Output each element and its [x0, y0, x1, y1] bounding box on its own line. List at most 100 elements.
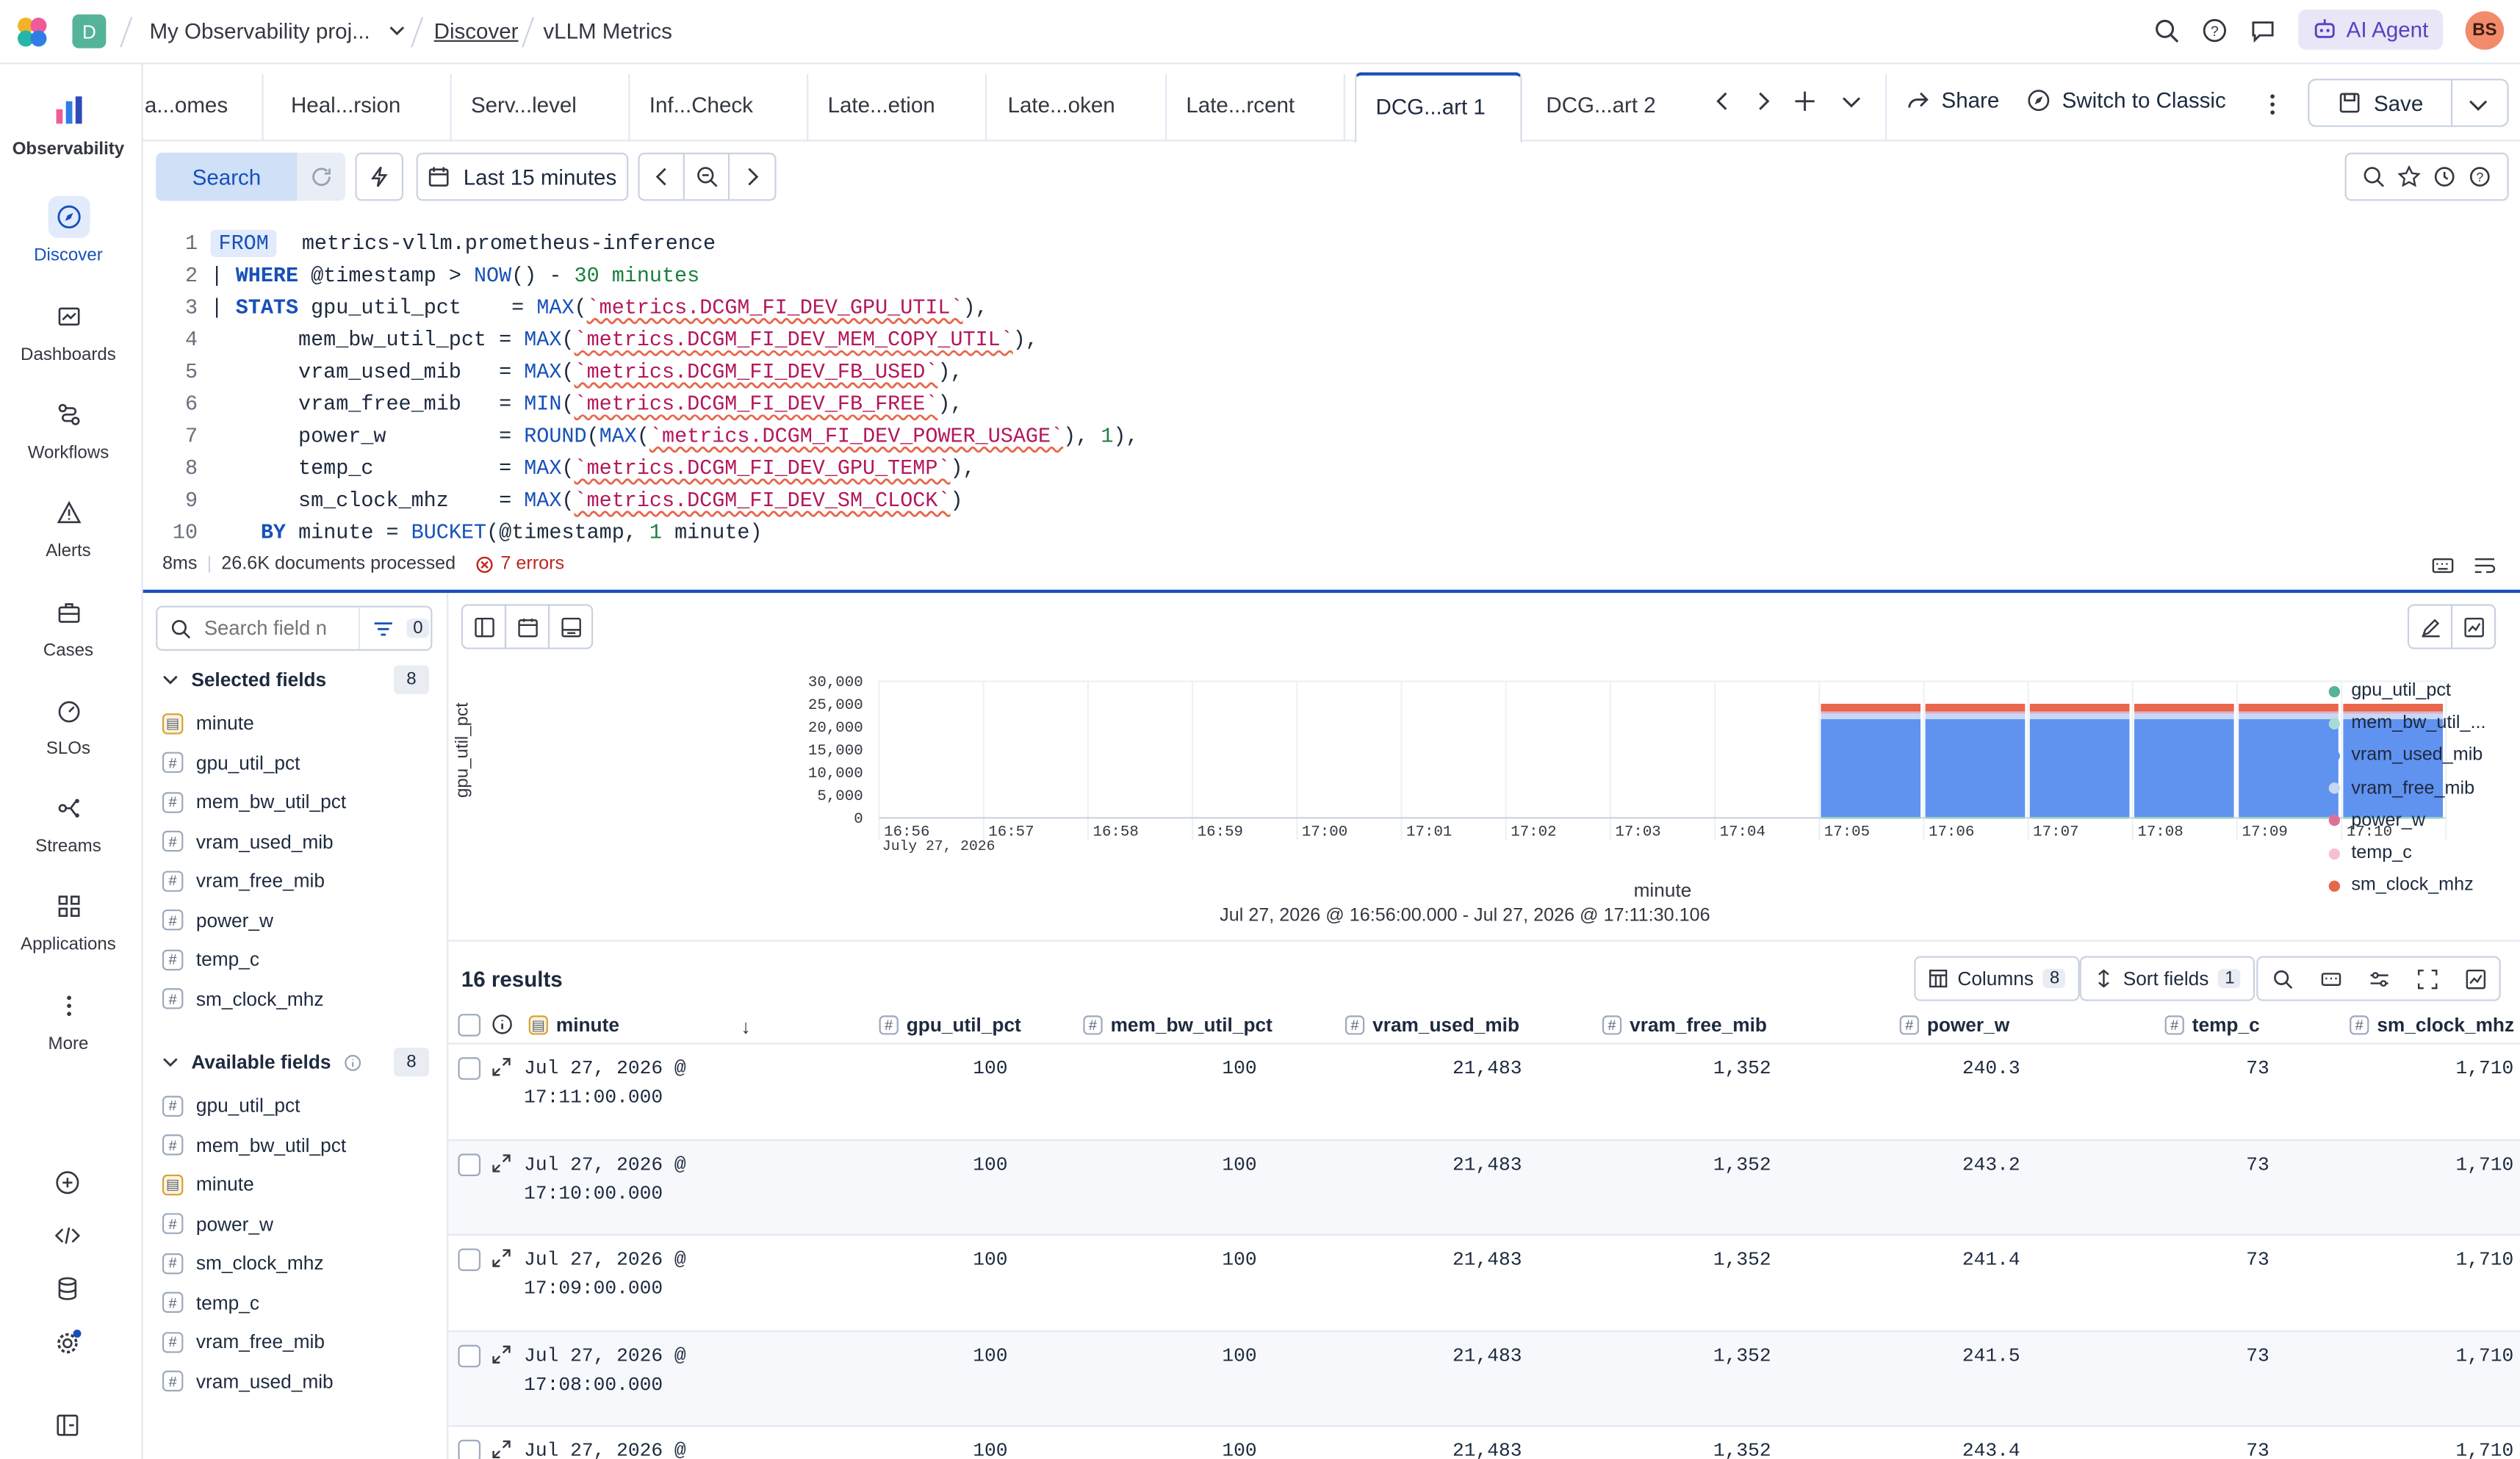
- chevron-right-icon[interactable]: [1754, 90, 1773, 112]
- bar-sm_clock_mhz[interactable]: [1821, 703, 1921, 712]
- legend-item[interactable]: vram_used_mib: [2328, 746, 2483, 765]
- more-vertical-icon[interactable]: [2264, 92, 2280, 118]
- field-item[interactable]: # vram_used_mib: [162, 830, 334, 852]
- field-item[interactable]: # gpu_util_pct: [162, 752, 300, 774]
- tab-active[interactable]: DCG...art 1: [1355, 72, 1522, 143]
- table-row[interactable]: Jul 27, 2026 @ 17:08:00.000 100 100 21,483 1,…: [448, 1329, 2520, 1424]
- row-checkbox[interactable]: [458, 1344, 481, 1367]
- help-icon[interactable]: ?: [2469, 165, 2491, 188]
- code-icon[interactable]: [54, 1222, 81, 1248]
- chevron-down-icon[interactable]: [2467, 93, 2490, 116]
- column-header-vram_used_mib[interactable]: # vram_used_mib: [1344, 1014, 1519, 1037]
- errors-link[interactable]: 7 errors: [475, 555, 564, 574]
- toggle-table-button[interactable]: [547, 604, 594, 649]
- row-checkbox[interactable]: [458, 1057, 481, 1080]
- switch-to-classic-button[interactable]: Switch to Classic: [2026, 88, 2226, 112]
- chevron-left-icon[interactable]: [640, 154, 685, 200]
- bar-mem_bw_util_...[interactable]: [1821, 817, 1921, 818]
- legend-item[interactable]: mem_bw_util_...: [2328, 714, 2485, 733]
- column-header-temp_c[interactable]: # temp_c: [2164, 1014, 2260, 1037]
- refresh-icon[interactable]: [297, 152, 346, 201]
- bar-vram_used_mib[interactable]: [1925, 718, 2026, 818]
- table-row[interactable]: Jul 27, 2026 @ 17:11:00.000 100 100 21,483 1,…: [448, 1042, 2520, 1137]
- field-item[interactable]: # vram_used_mib: [162, 1370, 334, 1392]
- field-item[interactable]: # mem_bw_util_pct: [162, 1134, 346, 1156]
- sort-fields-button[interactable]: Sort fields 1: [2079, 956, 2256, 1001]
- nav-applications[interactable]: Applications: [0, 885, 137, 954]
- field-item[interactable]: # temp_c: [162, 948, 259, 970]
- info-icon[interactable]: [344, 1053, 361, 1071]
- field-item[interactable]: # mem_bw_util_pct: [162, 790, 346, 813]
- column-header-sm_clock_mhz[interactable]: # sm_clock_mhz: [2350, 1014, 2514, 1037]
- bar-vram_free_mib[interactable]: [1821, 713, 1921, 719]
- legend-item[interactable]: power_w: [2328, 811, 2425, 830]
- collapse-nav-icon[interactable]: [54, 1413, 80, 1438]
- chevron-down-icon[interactable]: [1840, 90, 1863, 112]
- search-icon[interactable]: [2258, 968, 2306, 989]
- breadcrumb-project[interactable]: My Observability proj...: [149, 19, 370, 43]
- selected-fields-toggle[interactable]: Selected fields: [162, 669, 326, 691]
- help-icon[interactable]: ?: [2202, 17, 2228, 43]
- ai-search-icon[interactable]: [2363, 165, 2386, 188]
- toggle-histogram-button[interactable]: [504, 604, 550, 649]
- row-checkbox[interactable]: [458, 1153, 481, 1175]
- expand-row-icon[interactable]: [492, 1057, 511, 1076]
- bar-vram_free_mib[interactable]: [1925, 713, 2026, 719]
- save-button[interactable]: Save: [2308, 79, 2509, 127]
- space-avatar[interactable]: D: [72, 14, 107, 48]
- bar-mem_bw_util_...[interactable]: [2029, 817, 2130, 818]
- expand-row-icon[interactable]: [492, 1153, 511, 1172]
- tab[interactable]: DCG...art 2: [1527, 74, 1696, 142]
- column-header-vram_free_mib[interactable]: # vram_free_mib: [1602, 1014, 1767, 1037]
- save-visualization-button[interactable]: [2450, 604, 2496, 649]
- tab[interactable]: a...omes: [143, 73, 264, 142]
- field-item[interactable]: ▤ minute: [162, 712, 254, 735]
- bar-sm_clock_mhz[interactable]: [1925, 703, 2026, 712]
- chevron-right-icon[interactable]: [730, 154, 774, 199]
- feedback-icon[interactable]: [2250, 17, 2275, 43]
- keyboard-icon[interactable]: [2306, 968, 2355, 989]
- plus-circle-icon[interactable]: [54, 1170, 80, 1195]
- row-checkbox[interactable]: [458, 1439, 481, 1459]
- sort-desc-icon[interactable]: ↓: [741, 1015, 750, 1038]
- wrap-icon[interactable]: [2474, 556, 2496, 575]
- bar-temp_c[interactable]: [1925, 711, 2026, 713]
- field-item[interactable]: # temp_c: [162, 1291, 259, 1314]
- lightning-button[interactable]: [355, 152, 404, 201]
- ai-agent-button[interactable]: AI Agent: [2298, 10, 2443, 50]
- history-icon[interactable]: [2433, 165, 2456, 188]
- nav-more[interactable]: More: [0, 985, 137, 1054]
- field-item[interactable]: # vram_free_mib: [162, 1330, 325, 1353]
- search-icon[interactable]: [2153, 17, 2179, 43]
- bar-vram_used_mib[interactable]: [2343, 718, 2443, 818]
- bar-vram_used_mib[interactable]: [2239, 718, 2339, 818]
- nav-discover[interactable]: Discover: [0, 195, 137, 265]
- chevron-left-icon[interactable]: [1713, 90, 1732, 112]
- plus-icon[interactable]: [1793, 90, 1816, 112]
- nav-slos[interactable]: SLOs: [0, 689, 137, 758]
- legend-item[interactable]: sm_clock_mhz: [2328, 876, 2474, 896]
- bar-temp_c[interactable]: [2029, 711, 2130, 713]
- bar-vram_used_mib[interactable]: [2134, 718, 2234, 818]
- keyboard-icon[interactable]: [2432, 556, 2455, 575]
- bar-sm_clock_mhz[interactable]: [2134, 703, 2234, 712]
- chart-add-icon[interactable]: [2451, 968, 2499, 989]
- field-search-input[interactable]: [204, 616, 346, 640]
- info-icon[interactable]: [492, 1014, 512, 1034]
- table-row[interactable]: Jul 27, 2026 @ 100 100 21,483 1,352 243.4 73 1,…: [448, 1425, 2520, 1459]
- breadcrumb-discover[interactable]: Discover: [434, 19, 519, 43]
- nav-observability[interactable]: Observability: [0, 90, 137, 159]
- field-item[interactable]: # power_w: [162, 909, 273, 931]
- legend-item[interactable]: temp_c: [2328, 843, 2412, 863]
- bar-mem_bw_util_...[interactable]: [2134, 817, 2234, 818]
- tab[interactable]: Serv...level: [452, 73, 630, 142]
- nav-streams[interactable]: Streams: [0, 788, 137, 857]
- expand-row-icon[interactable]: [492, 1344, 511, 1363]
- field-item[interactable]: # power_w: [162, 1212, 273, 1235]
- chevron-down-icon[interactable]: [389, 23, 405, 39]
- zoom-out-icon[interactable]: [685, 154, 730, 200]
- select-all-checkbox[interactable]: [458, 1014, 481, 1037]
- bar-mem_bw_util_...[interactable]: [2239, 817, 2339, 818]
- tab[interactable]: Inf...Check: [630, 73, 809, 142]
- time-picker[interactable]: Last 15 minutes: [416, 152, 629, 201]
